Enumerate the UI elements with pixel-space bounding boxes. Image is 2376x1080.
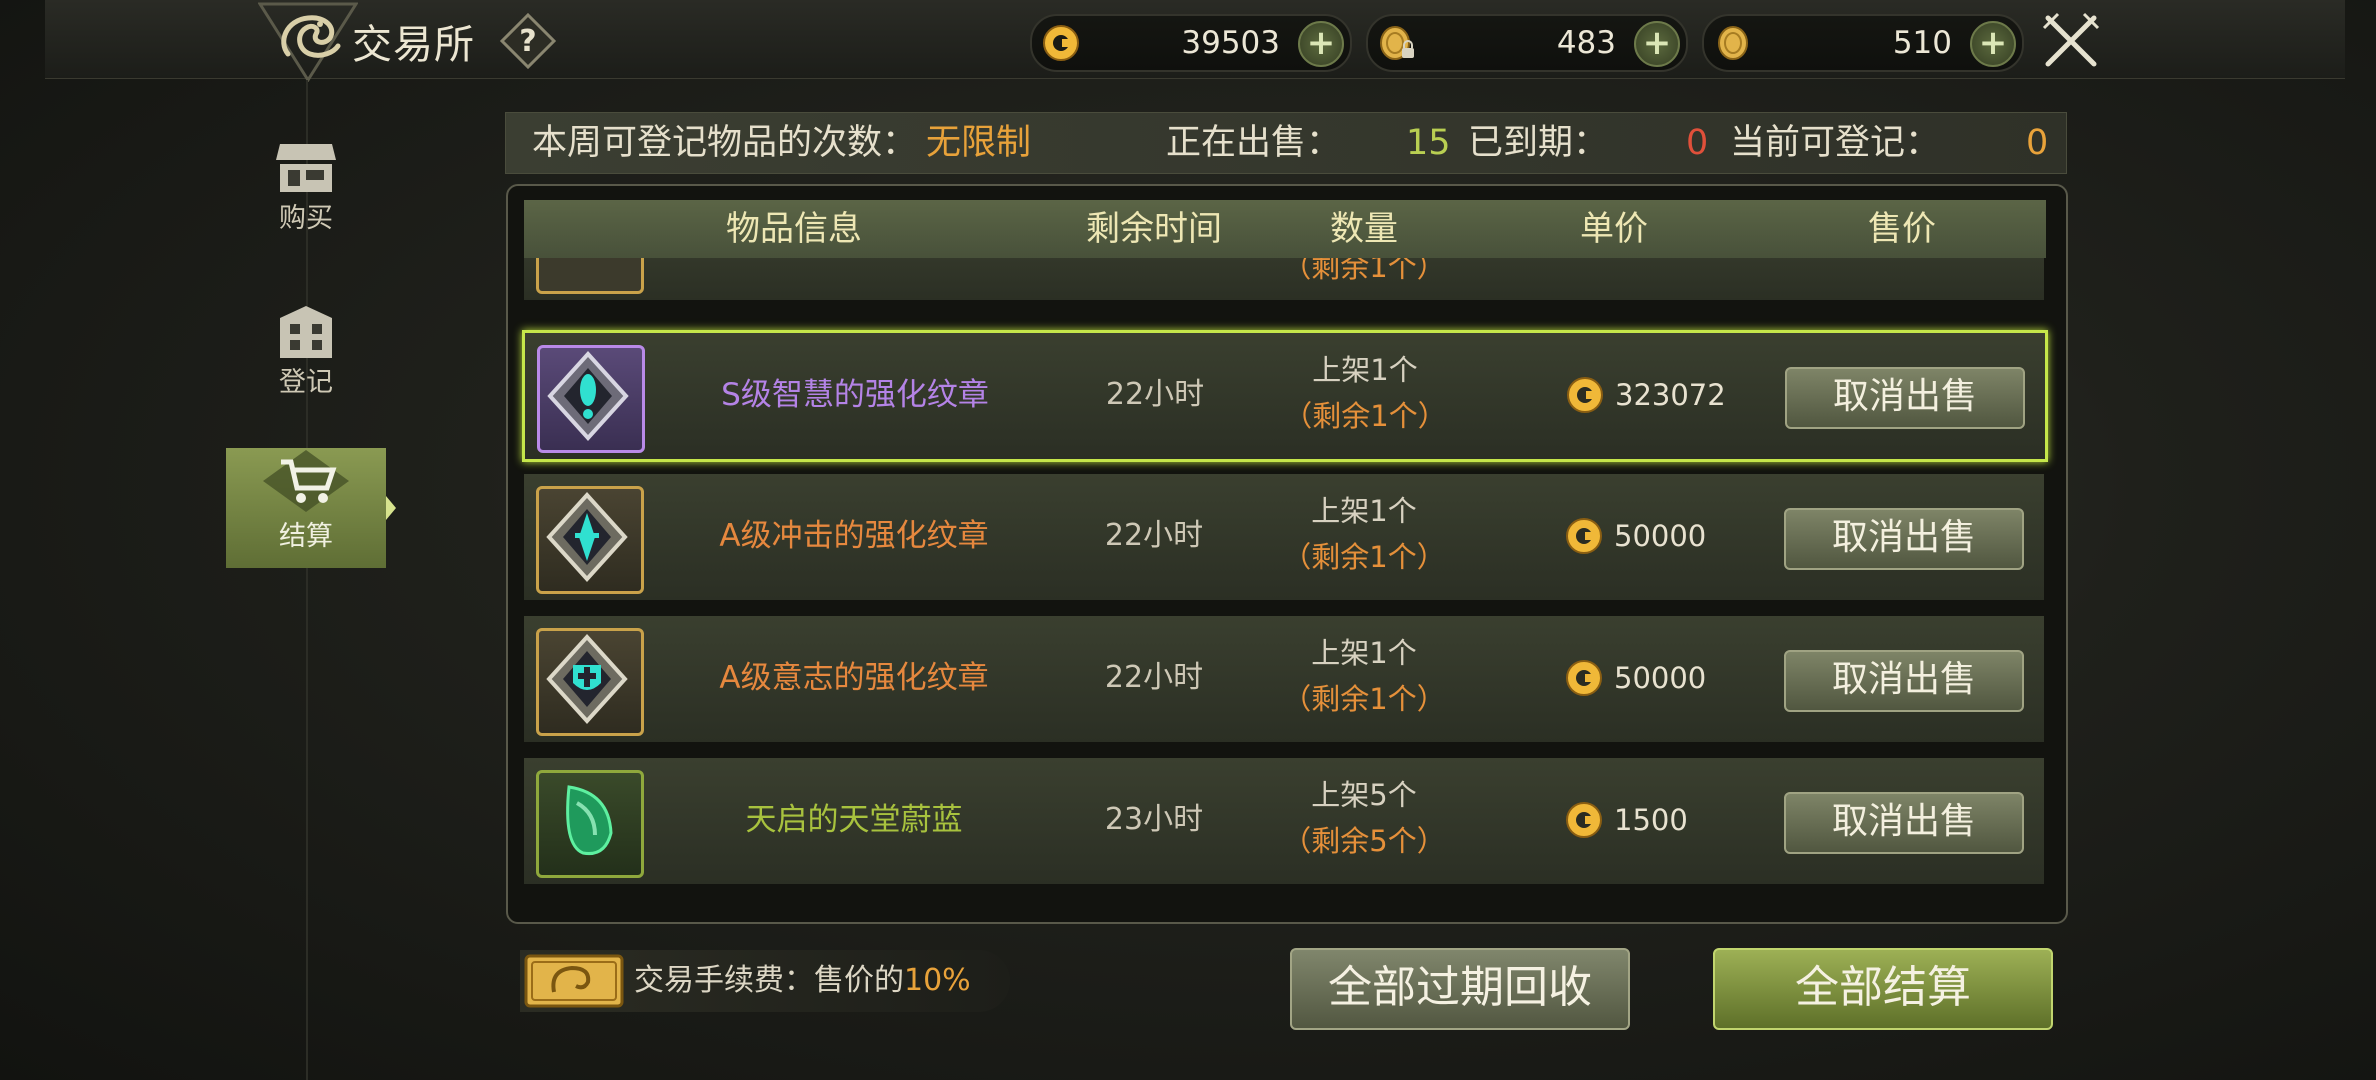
fee-text: 交易手续费：售价的10%	[634, 958, 971, 1004]
time-left: 22小时	[1104, 518, 1204, 553]
qty-remaining: （剩余5个）	[1282, 824, 1446, 858]
item-name: A级意志的强化纹章	[719, 660, 989, 696]
nav-item-buy[interactable]: 购买	[226, 140, 386, 260]
available-label: 当前可登记：	[1730, 123, 1941, 163]
table-row[interactable]: 天启的天堂蔚蓝 23小时 上架5个 （剩余5个） 1500 取消出售	[524, 758, 2044, 884]
currency-coin: 39503 +	[1030, 14, 1352, 72]
coin-c-icon	[1567, 377, 1603, 413]
impact-emblem-icon	[546, 492, 628, 582]
trade-ticket-icon	[524, 954, 624, 1008]
will-emblem-icon	[546, 634, 628, 724]
currency-value: 39503	[1181, 25, 1280, 61]
table-header: 物品信息 剩余时间 数量 单价 售价	[524, 200, 2046, 258]
qty-cell: 上架1个 （剩余1个）	[1264, 488, 1464, 580]
currency-value: 483	[1556, 25, 1616, 61]
header-time-left: 剩余时间	[1086, 209, 1222, 249]
nav-item-label: 购买	[279, 203, 333, 234]
cancel-sale-button[interactable]: 取消出售	[1784, 508, 2024, 570]
selling-count: 15	[1406, 123, 1451, 163]
qty-cell: 上架1个 （剩余1个）	[1264, 630, 1464, 722]
item-name: 天启的天堂蔚蓝	[745, 802, 963, 838]
table-row[interactable]: A级意志的强化纹章 22小时 上架1个 （剩余1个） 50000 取消出售	[524, 616, 2044, 742]
register-icon	[280, 306, 332, 358]
unit-price-value: 1500	[1614, 803, 1688, 837]
qty-listed: 上架1个	[1311, 494, 1417, 528]
currency-gold: 510 +	[1702, 14, 2024, 72]
qty-remaining: （剩余1个）	[1283, 399, 1447, 433]
available-count: 0	[2026, 123, 2049, 163]
cancel-sale-button[interactable]: 取消出售	[1784, 792, 2024, 854]
qty-listed: 上架5个	[1311, 778, 1417, 812]
listing-table: （剩余1个） 物品信息 剩余时间 数量 单价 售价 S级智慧的强化纹章 22小时…	[506, 184, 2068, 924]
question-icon[interactable]: ?	[500, 13, 556, 69]
item-name: S级智慧的强化纹章	[721, 377, 989, 413]
coin-c-icon	[1566, 518, 1602, 554]
shop-icon	[276, 144, 336, 192]
coin-c-icon	[1566, 802, 1602, 838]
table-row[interactable]: S级智慧的强化纹章 22小时 上架1个 （剩余1个） 323072 取消出售	[522, 330, 2048, 462]
qty-cell: 上架5个 （剩余5个）	[1264, 772, 1464, 864]
active-indicator	[386, 496, 396, 520]
locked-gold-coin-icon	[1380, 26, 1414, 60]
currency-locked-gold: 483 +	[1366, 14, 1688, 72]
fee-info: 交易手续费：售价的10%	[520, 950, 1010, 1012]
svg-text:?: ?	[519, 24, 536, 59]
stats-bar: 本周可登记物品的次数： 无限制 正在出售： 15 已到期： 0 当前可登记： 0	[505, 112, 2067, 174]
item-slot	[536, 486, 644, 594]
expired-count: 0	[1686, 123, 1709, 163]
cancel-sale-button[interactable]: 取消出售	[1784, 650, 2024, 712]
add-currency-button[interactable]: +	[1970, 21, 2016, 67]
nav-item-label: 登记	[279, 367, 333, 398]
currency-value: 510	[1892, 25, 1952, 61]
item-slot	[537, 345, 645, 453]
qty-listed: 上架1个	[1312, 353, 1418, 387]
gold-coin-icon	[1718, 26, 1748, 60]
unit-price-value: 50000	[1614, 661, 1707, 695]
nav-item-register[interactable]: 登记	[226, 304, 386, 424]
item-name: A级冲击的强化纹章	[719, 518, 989, 554]
unit-price: 1500	[1564, 798, 1764, 842]
item-slot	[536, 628, 644, 736]
fee-value: 10%	[904, 963, 971, 998]
page-title: 交易所	[352, 22, 475, 68]
header-item-info: 物品信息	[726, 209, 862, 249]
add-currency-button[interactable]: +	[1298, 21, 1344, 67]
dragon-emblem-icon	[258, 2, 358, 82]
time-left: 23小时	[1104, 802, 1204, 837]
unit-price-value: 50000	[1614, 519, 1707, 553]
settle-all-button[interactable]: 全部结算	[1713, 948, 2053, 1030]
nav-item-settle[interactable]: 结算	[226, 448, 386, 568]
reclaim-all-expired-button[interactable]: 全部过期回收	[1290, 948, 1630, 1030]
unit-price: 50000	[1564, 656, 1764, 700]
item-slot	[536, 770, 644, 878]
qty-cell: 上架1个 （剩余1个）	[1265, 347, 1465, 439]
cart-icon	[263, 450, 349, 512]
add-currency-button[interactable]: +	[1634, 21, 1680, 67]
expired-label: 已到期：	[1468, 123, 1609, 163]
header-sale-price: 售价	[1868, 209, 1936, 249]
cancel-sale-button[interactable]: 取消出售	[1785, 367, 2025, 429]
qty-remaining: （剩余1个）	[1282, 682, 1446, 716]
close-crossed-swords-icon[interactable]	[2038, 8, 2104, 74]
fee-label: 交易手续费：售价的	[634, 963, 904, 998]
selling-label: 正在出售：	[1166, 123, 1342, 163]
qty-listed: 上架1个	[1311, 636, 1417, 670]
header-unit-price: 单价	[1580, 209, 1648, 249]
weekly-register-value: 无限制	[926, 123, 1032, 163]
coin-c-icon	[1566, 660, 1602, 696]
weekly-register-label: 本周可登记物品的次数：	[532, 123, 918, 163]
azure-gem-icon	[566, 785, 613, 856]
table-row[interactable]: A级冲击的强化纹章 22小时 上架1个 （剩余1个） 50000 取消出售	[524, 474, 2044, 600]
time-left: 22小时	[1104, 660, 1204, 695]
qty-remaining: （剩余1个）	[1282, 540, 1446, 574]
unit-price: 323072	[1565, 373, 1765, 417]
wisdom-emblem-icon	[547, 351, 629, 441]
nav-item-label: 结算	[279, 521, 333, 552]
header-quantity: 数量	[1330, 209, 1398, 249]
time-left: 22小时	[1105, 377, 1205, 412]
unit-price-value: 323072	[1615, 378, 1726, 412]
coin-c-icon	[1043, 25, 1079, 61]
unit-price: 50000	[1564, 514, 1764, 558]
